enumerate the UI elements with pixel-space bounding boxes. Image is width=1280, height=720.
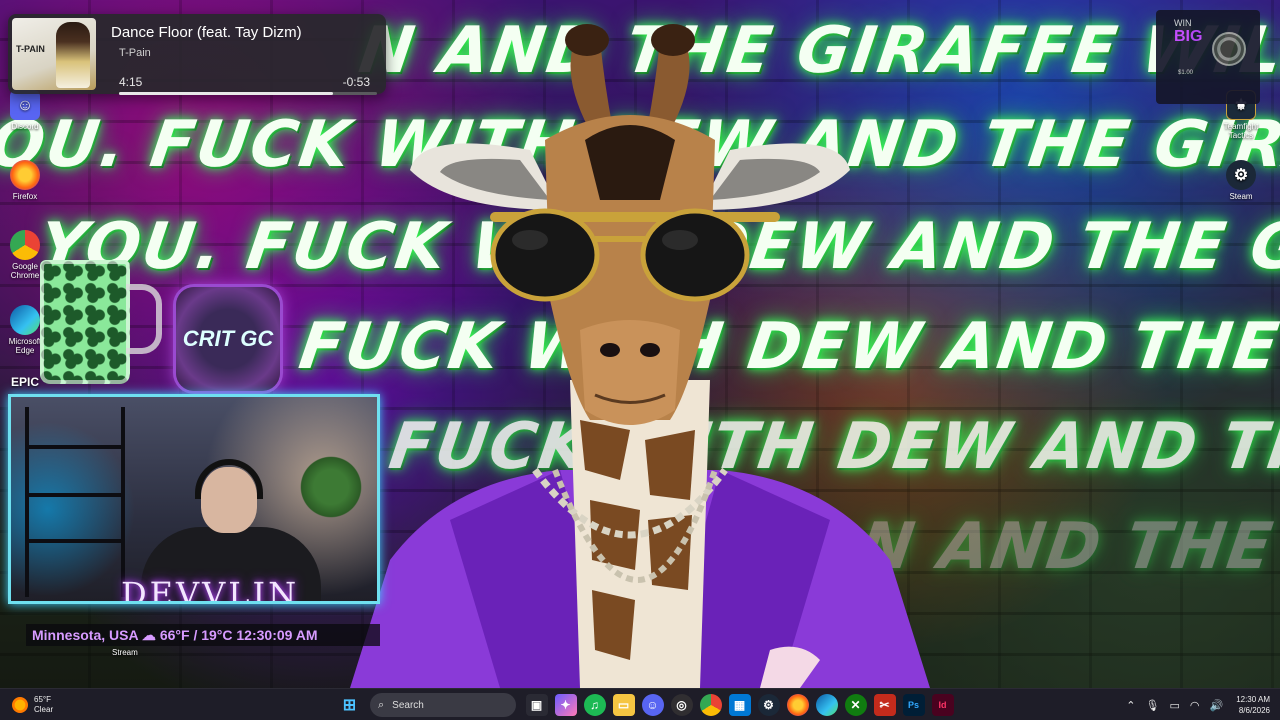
taskbar-apps: ⊞ ⌕ Search ▣ ✦ ♫ ▭ ☺ ◎ ▦ ⚙ ✕ ✂ Ps Id: [335, 693, 957, 717]
watch-icon: [1212, 32, 1246, 66]
chrome-icon: [10, 230, 40, 260]
stream-label: Stream: [112, 648, 138, 657]
firefox-icon: [10, 160, 40, 190]
snipping-tool-icon[interactable]: ✂: [873, 694, 896, 716]
shelf-board: [25, 493, 125, 497]
remaining-time: -0:53: [342, 75, 370, 89]
network-icon[interactable]: ▭: [1169, 699, 1179, 712]
weather-desc: Clear: [34, 705, 54, 714]
webcam-overlay: DEVVLIN: [8, 394, 380, 604]
search-placeholder: Search: [392, 699, 424, 711]
shelf-board: [25, 539, 125, 543]
mug-graphic: [40, 260, 130, 384]
edge-icon: [10, 305, 40, 335]
system-tray: ⌃ 🎙 ▭ ◠ 🔊 12:30 AM 8/6/2026: [1121, 693, 1270, 717]
promo-widget[interactable]: WIN BIG $1.00: [1156, 10, 1260, 104]
elapsed-time: 4:15: [119, 75, 143, 89]
promo-big-label: BIG: [1174, 28, 1203, 45]
chrome-taskbar-icon[interactable]: [699, 694, 722, 716]
steam-taskbar-icon[interactable]: ⚙: [757, 694, 780, 716]
firefox-taskbar-icon[interactable]: [786, 694, 809, 716]
desktop-icon-discord[interactable]: ☺ Discord: [0, 90, 50, 131]
giraffe-illustration: [350, 24, 930, 688]
desktop-icon-steam[interactable]: ⚙ Steam: [1216, 160, 1266, 201]
clock-time: 12:30 AM: [1236, 695, 1270, 704]
task-view-icon[interactable]: ▣: [525, 694, 548, 716]
album-art: T-PAIN: [12, 18, 96, 90]
desktop-icon-firefox[interactable]: Firefox: [0, 160, 50, 201]
location-weather-strip: Minnesota, USA ☁ 66°F / 19°C 12:30:09 AM: [26, 624, 380, 646]
wifi-icon[interactable]: ◠: [1190, 699, 1200, 712]
promo-price: $1.00: [1178, 70, 1194, 76]
shelf-board: [25, 445, 125, 449]
desktop-icon-label: Discord: [11, 122, 39, 131]
album-art-figure: [56, 22, 90, 88]
promo-win-label: WIN: [1174, 18, 1192, 28]
file-explorer-icon[interactable]: ▭: [612, 694, 635, 716]
store-icon[interactable]: ▦: [728, 694, 751, 716]
shelf-post: [25, 407, 29, 597]
weather-sun-icon: [12, 697, 28, 713]
chevron-up-icon[interactable]: ⌃: [1126, 699, 1135, 712]
copilot-icon[interactable]: ✦: [554, 694, 577, 716]
headset: [195, 459, 263, 499]
steam-icon: ⚙: [1226, 160, 1256, 190]
channel-logo: CRIT GC: [176, 287, 280, 391]
taskbar: 65°F Clear ⊞ ⌕ Search ▣ ✦ ♫ ▭ ☺ ◎ ▦ ⚙ ✕ …: [0, 688, 1280, 720]
shelf-post: [121, 407, 125, 597]
weather-temp: 65°F: [34, 695, 51, 704]
obs-icon[interactable]: ◎: [670, 694, 693, 716]
media-player-widget[interactable]: T-PAIN Dance Floor (feat. Tay Dizm) T-Pa…: [8, 14, 386, 95]
search-box[interactable]: ⌕ Search: [370, 693, 516, 717]
desktop-icon-label: Teamfight Tactics: [1223, 122, 1259, 140]
track-title: Dance Floor (feat. Tay Dizm): [111, 24, 302, 41]
search-icon: ⌕: [378, 698, 385, 711]
clock-date: 8/6/2026: [1238, 706, 1270, 715]
spotify-icon[interactable]: ♫: [583, 694, 606, 716]
start-button[interactable]: ⊞: [339, 694, 361, 716]
album-art-brand: T-PAIN: [16, 44, 45, 54]
discord-taskbar-icon[interactable]: ☺: [641, 694, 664, 716]
desktop-icon-label: Firefox: [12, 192, 38, 201]
microphone-icon[interactable]: 🎙: [1146, 699, 1160, 712]
mug-handle: [126, 284, 162, 354]
volume-icon[interactable]: 🔊: [1209, 699, 1223, 712]
weather-widget[interactable]: 65°F Clear: [12, 693, 53, 717]
clock[interactable]: 12:30 AM 8/6/2026: [1236, 694, 1270, 716]
progress-fill: [119, 92, 334, 95]
progress-bar[interactable]: [119, 92, 377, 95]
plant: [296, 452, 366, 522]
edge-taskbar-icon[interactable]: [815, 694, 838, 716]
discord-icon: ☺: [10, 90, 40, 120]
epic-games-icon: EPIC: [10, 375, 39, 389]
track-artist: T-Pain: [119, 47, 151, 59]
xbox-icon[interactable]: ✕: [844, 694, 867, 716]
desktop-icon-label: Steam: [1229, 192, 1253, 201]
streamer-name: DEVVLIN: [121, 575, 300, 604]
photoshop-icon[interactable]: Ps: [902, 694, 925, 716]
indesign-icon[interactable]: Id: [931, 694, 954, 716]
